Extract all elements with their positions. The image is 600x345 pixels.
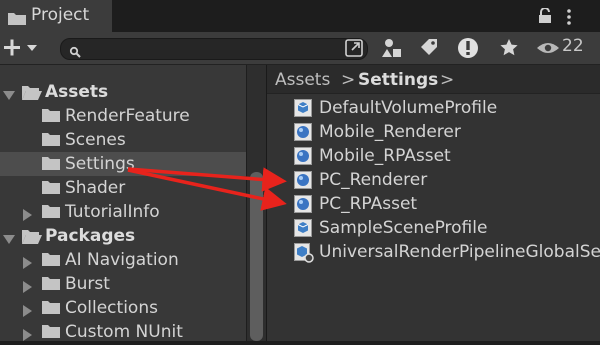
asset-label: DefaultVolumeProfile — [319, 98, 498, 118]
asset-label: PC_RPAsset — [319, 194, 418, 214]
breadcrumb-separator[interactable]: > — [341, 70, 355, 90]
tree-item-label: Scenes — [65, 130, 126, 150]
filter-by-label-button[interactable] — [416, 35, 442, 61]
search-icon — [69, 43, 81, 62]
collapse-arrow-icon[interactable] — [23, 326, 33, 345]
folder-icon — [42, 324, 60, 343]
scrollbar-thumb[interactable] — [250, 172, 263, 341]
open-window-icon — [345, 39, 363, 57]
star-icon — [500, 39, 518, 56]
favorites-button[interactable] — [497, 35, 521, 61]
search-input[interactable] — [85, 40, 359, 59]
folder-icon — [42, 300, 60, 319]
tree-item-collections[interactable]: Collections — [0, 296, 246, 320]
eye-icon — [537, 43, 559, 53]
plus-icon — [4, 39, 37, 56]
hidden-packages-toggle[interactable] — [536, 35, 560, 61]
collapse-arrow-icon[interactable] — [23, 302, 33, 321]
tree-item-burst[interactable]: Burst — [0, 272, 246, 296]
tree-item-label: Settings — [65, 154, 135, 174]
cube-asset-icon — [294, 219, 312, 241]
tree-item-label: Shader — [65, 178, 126, 198]
expand-arrow-icon[interactable] — [3, 230, 15, 249]
render-asset-icon — [294, 171, 312, 193]
filter-by-log-type-button[interactable] — [455, 35, 483, 61]
tree-item-tutorialinfo[interactable]: TutorialInfo — [0, 200, 246, 224]
tree-item-label: Custom NUnit — [65, 322, 183, 342]
asset-label: Mobile_Renderer — [319, 122, 461, 142]
asset-label: SampleSceneProfile — [319, 218, 488, 238]
search-by-type-button[interactable] — [343, 35, 367, 61]
asset-label: PC_Renderer — [319, 170, 428, 190]
folder-icon — [8, 10, 26, 29]
more-menu-icon[interactable] — [566, 9, 572, 29]
tree-item-label: TutorialInfo — [65, 202, 160, 222]
folder-icon — [42, 108, 60, 127]
filter-by-type-button[interactable] — [378, 35, 406, 61]
tag-icon — [421, 39, 437, 55]
tree-item-shader[interactable]: Shader — [0, 176, 246, 200]
tree-item-renderfeature[interactable]: RenderFeature — [0, 104, 246, 128]
lock-icon[interactable] — [538, 7, 552, 28]
tree-item-scenes[interactable]: Scenes — [0, 128, 246, 152]
settings-asset-icon — [294, 243, 314, 267]
render-asset-icon — [294, 195, 312, 217]
collapse-arrow-icon[interactable] — [23, 278, 33, 297]
asset-label: Mobile_RPAsset — [319, 146, 451, 166]
render-asset-icon — [294, 123, 312, 145]
create-button[interactable] — [2, 35, 42, 61]
collapse-arrow-icon[interactable] — [23, 206, 33, 225]
tree-item-packages[interactable]: Packages — [0, 224, 246, 248]
tree-item-label: RenderFeature — [65, 106, 190, 126]
collapse-arrow-icon[interactable] — [23, 254, 33, 273]
toolbar: 22 — [0, 32, 600, 65]
expand-arrow-icon[interactable] — [3, 86, 15, 105]
folder-tree: Assets RenderFeature Scenes Settings Sha… — [0, 65, 246, 344]
tree-item-label: Packages — [45, 226, 136, 246]
open-folder-icon — [22, 84, 42, 104]
folder-icon — [42, 276, 60, 295]
folder-icon — [42, 156, 60, 175]
tree-item-label: AI Navigation — [65, 250, 179, 270]
tree-item-label: Burst — [65, 274, 110, 294]
tree-item-assets[interactable]: Assets — [0, 80, 246, 104]
tree-item-label: Collections — [65, 298, 158, 318]
breadcrumb-assets[interactable]: Assets — [275, 70, 330, 90]
open-folder-icon — [22, 228, 42, 248]
hidden-count: 22 — [562, 36, 584, 56]
alert-icon — [458, 38, 478, 58]
tree-item-label: Assets — [45, 82, 109, 102]
project-tab[interactable]: Project — [0, 0, 112, 32]
breadcrumb: Assets > Settings > — [267, 65, 600, 94]
shapes-icon — [382, 39, 401, 57]
breadcrumb-settings[interactable]: Settings — [358, 70, 438, 90]
render-asset-icon — [294, 147, 312, 169]
folder-icon — [42, 180, 60, 199]
tree-item-custom-nunit[interactable]: Custom NUnit — [0, 320, 246, 344]
tree-item-ai-navigation[interactable]: AI Navigation — [0, 248, 246, 272]
breadcrumb-separator[interactable]: > — [440, 70, 454, 90]
cube-asset-icon — [294, 99, 312, 121]
search-field[interactable] — [60, 38, 368, 60]
folder-icon — [42, 132, 60, 151]
tree-item-settings[interactable]: Settings — [0, 152, 246, 176]
folder-icon — [42, 252, 60, 271]
folder-icon — [42, 204, 60, 223]
tab-title: Project — [31, 5, 90, 25]
asset-label: UniversalRenderPipelineGlobalSe — [319, 242, 600, 262]
